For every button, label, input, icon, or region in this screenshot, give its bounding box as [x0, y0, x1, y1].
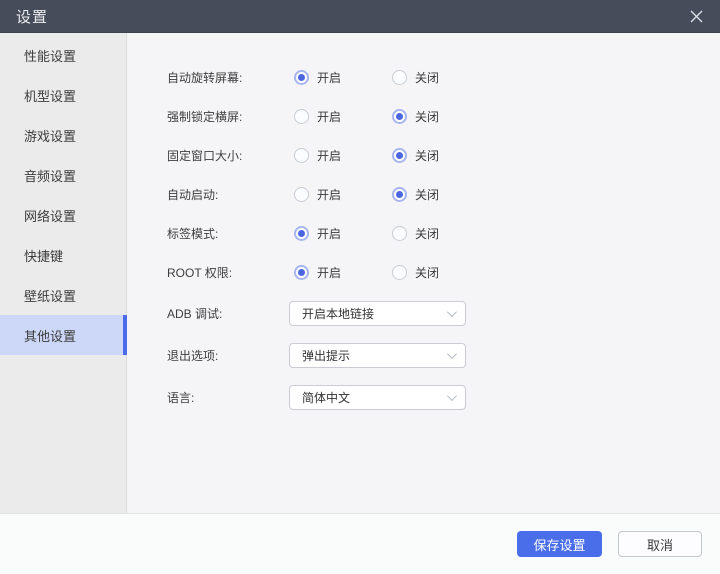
- radio-option-on[interactable]: 开启: [294, 147, 392, 164]
- exit-option-select[interactable]: 弹出提示: [289, 343, 466, 368]
- selected-value: 弹出提示: [302, 347, 350, 364]
- settings-panel-other: 自动旋转屏幕: 开启 关闭 强制锁定横屏: 开启 关闭 固定窗口: [127, 33, 720, 513]
- radio-option-label: 关闭: [415, 225, 439, 242]
- setting-label: 语言:: [167, 389, 289, 406]
- setting-label: 自动旋转屏幕:: [167, 69, 294, 86]
- radio-selected-icon[interactable]: [294, 70, 309, 85]
- radio-option-label: 关闭: [415, 147, 439, 164]
- setting-row-force-landscape: 强制锁定横屏: 开启 关闭: [167, 97, 720, 136]
- radio-unselected-icon[interactable]: [294, 109, 309, 124]
- radio-selected-icon[interactable]: [392, 187, 407, 202]
- radio-unselected-icon[interactable]: [392, 70, 407, 85]
- radio-option-label: 开启: [317, 108, 341, 125]
- sidebar-item-device-model[interactable]: 机型设置: [0, 75, 126, 115]
- radio-option-off[interactable]: 关闭: [392, 225, 490, 242]
- setting-label: ROOT 权限:: [167, 264, 294, 281]
- radio-option-on[interactable]: 开启: [294, 264, 392, 281]
- setting-row-fixed-window-size: 固定窗口大小: 开启 关闭: [167, 136, 720, 175]
- sidebar-item-game[interactable]: 游戏设置: [0, 115, 126, 155]
- footer-bar: 保存设置 取消: [0, 513, 720, 574]
- settings-body: 性能设置 机型设置 游戏设置 音频设置 网络设置 快捷键 壁纸设置 其他设置 自…: [0, 33, 720, 513]
- radio-option-label: 开启: [317, 69, 341, 86]
- sidebar-item-other[interactable]: 其他设置: [0, 315, 126, 355]
- setting-label: 退出选项:: [167, 347, 289, 364]
- sidebar-item-audio[interactable]: 音频设置: [0, 155, 126, 195]
- radio-option-off[interactable]: 关闭: [392, 69, 490, 86]
- setting-row-root-permission: ROOT 权限: 开启 关闭: [167, 253, 720, 292]
- sidebar-item-label: 网络设置: [24, 206, 76, 225]
- radio-selected-icon[interactable]: [392, 109, 407, 124]
- radio-option-off[interactable]: 关闭: [392, 264, 490, 281]
- setting-row-adb-debug: ADB 调试: 开启本地链接: [167, 292, 720, 334]
- sidebar-item-label: 快捷键: [24, 246, 63, 265]
- language-select[interactable]: 简体中文: [289, 385, 466, 410]
- radio-option-label: 开启: [317, 225, 341, 242]
- sidebar-item-wallpaper[interactable]: 壁纸设置: [0, 275, 126, 315]
- radio-option-on[interactable]: 开启: [294, 108, 392, 125]
- sidebar-item-label: 机型设置: [24, 86, 76, 105]
- setting-row-exit-option: 退出选项: 弹出提示: [167, 334, 720, 376]
- setting-label: 标签模式:: [167, 225, 294, 242]
- setting-row-auto-rotate: 自动旋转屏幕: 开启 关闭: [167, 58, 720, 97]
- radio-option-label: 开启: [317, 147, 341, 164]
- radio-option-label: 关闭: [415, 108, 439, 125]
- selected-value: 简体中文: [302, 389, 350, 406]
- close-icon: [690, 10, 703, 23]
- setting-row-tab-mode: 标签模式: 开启 关闭: [167, 214, 720, 253]
- close-button[interactable]: [685, 5, 707, 27]
- setting-row-language: 语言: 简体中文: [167, 376, 720, 418]
- sidebar: 性能设置 机型设置 游戏设置 音频设置 网络设置 快捷键 壁纸设置 其他设置: [0, 33, 127, 513]
- radio-option-label: 关闭: [415, 264, 439, 281]
- chevron-down-icon: [447, 307, 457, 317]
- radio-option-on[interactable]: 开启: [294, 225, 392, 242]
- sidebar-item-network[interactable]: 网络设置: [0, 195, 126, 235]
- adb-debug-select[interactable]: 开启本地链接: [289, 301, 466, 326]
- setting-label: 固定窗口大小:: [167, 147, 294, 164]
- sidebar-item-performance[interactable]: 性能设置: [0, 35, 126, 75]
- radio-option-on[interactable]: 开启: [294, 186, 392, 203]
- selected-value: 开启本地链接: [302, 305, 374, 322]
- radio-option-off[interactable]: 关闭: [392, 186, 490, 203]
- radio-option-on[interactable]: 开启: [294, 69, 392, 86]
- sidebar-item-label: 壁纸设置: [24, 286, 76, 305]
- radio-option-label: 开启: [317, 264, 341, 281]
- setting-label: ADB 调试:: [167, 305, 289, 322]
- cancel-button[interactable]: 取消: [618, 531, 702, 557]
- radio-option-off[interactable]: 关闭: [392, 147, 490, 164]
- setting-row-auto-start: 自动启动: 开启 关闭: [167, 175, 720, 214]
- setting-label: 自动启动:: [167, 186, 294, 203]
- radio-selected-icon[interactable]: [294, 226, 309, 241]
- radio-option-label: 关闭: [415, 69, 439, 86]
- radio-selected-icon[interactable]: [294, 265, 309, 280]
- sidebar-item-label: 其他设置: [24, 326, 76, 345]
- chevron-down-icon: [447, 349, 457, 359]
- radio-option-label: 关闭: [415, 186, 439, 203]
- radio-unselected-icon[interactable]: [392, 226, 407, 241]
- sidebar-item-shortcuts[interactable]: 快捷键: [0, 235, 126, 275]
- sidebar-item-label: 游戏设置: [24, 126, 76, 145]
- sidebar-item-label: 性能设置: [24, 46, 76, 65]
- sidebar-item-label: 音频设置: [24, 166, 76, 185]
- titlebar: 设置: [0, 0, 720, 33]
- radio-unselected-icon[interactable]: [294, 187, 309, 202]
- radio-selected-icon[interactable]: [392, 148, 407, 163]
- radio-unselected-icon[interactable]: [294, 148, 309, 163]
- save-settings-button[interactable]: 保存设置: [517, 531, 602, 557]
- chevron-down-icon: [447, 391, 457, 401]
- window-title: 设置: [16, 6, 48, 27]
- setting-label: 强制锁定横屏:: [167, 108, 294, 125]
- radio-unselected-icon[interactable]: [392, 265, 407, 280]
- radio-option-label: 开启: [317, 186, 341, 203]
- radio-option-off[interactable]: 关闭: [392, 108, 490, 125]
